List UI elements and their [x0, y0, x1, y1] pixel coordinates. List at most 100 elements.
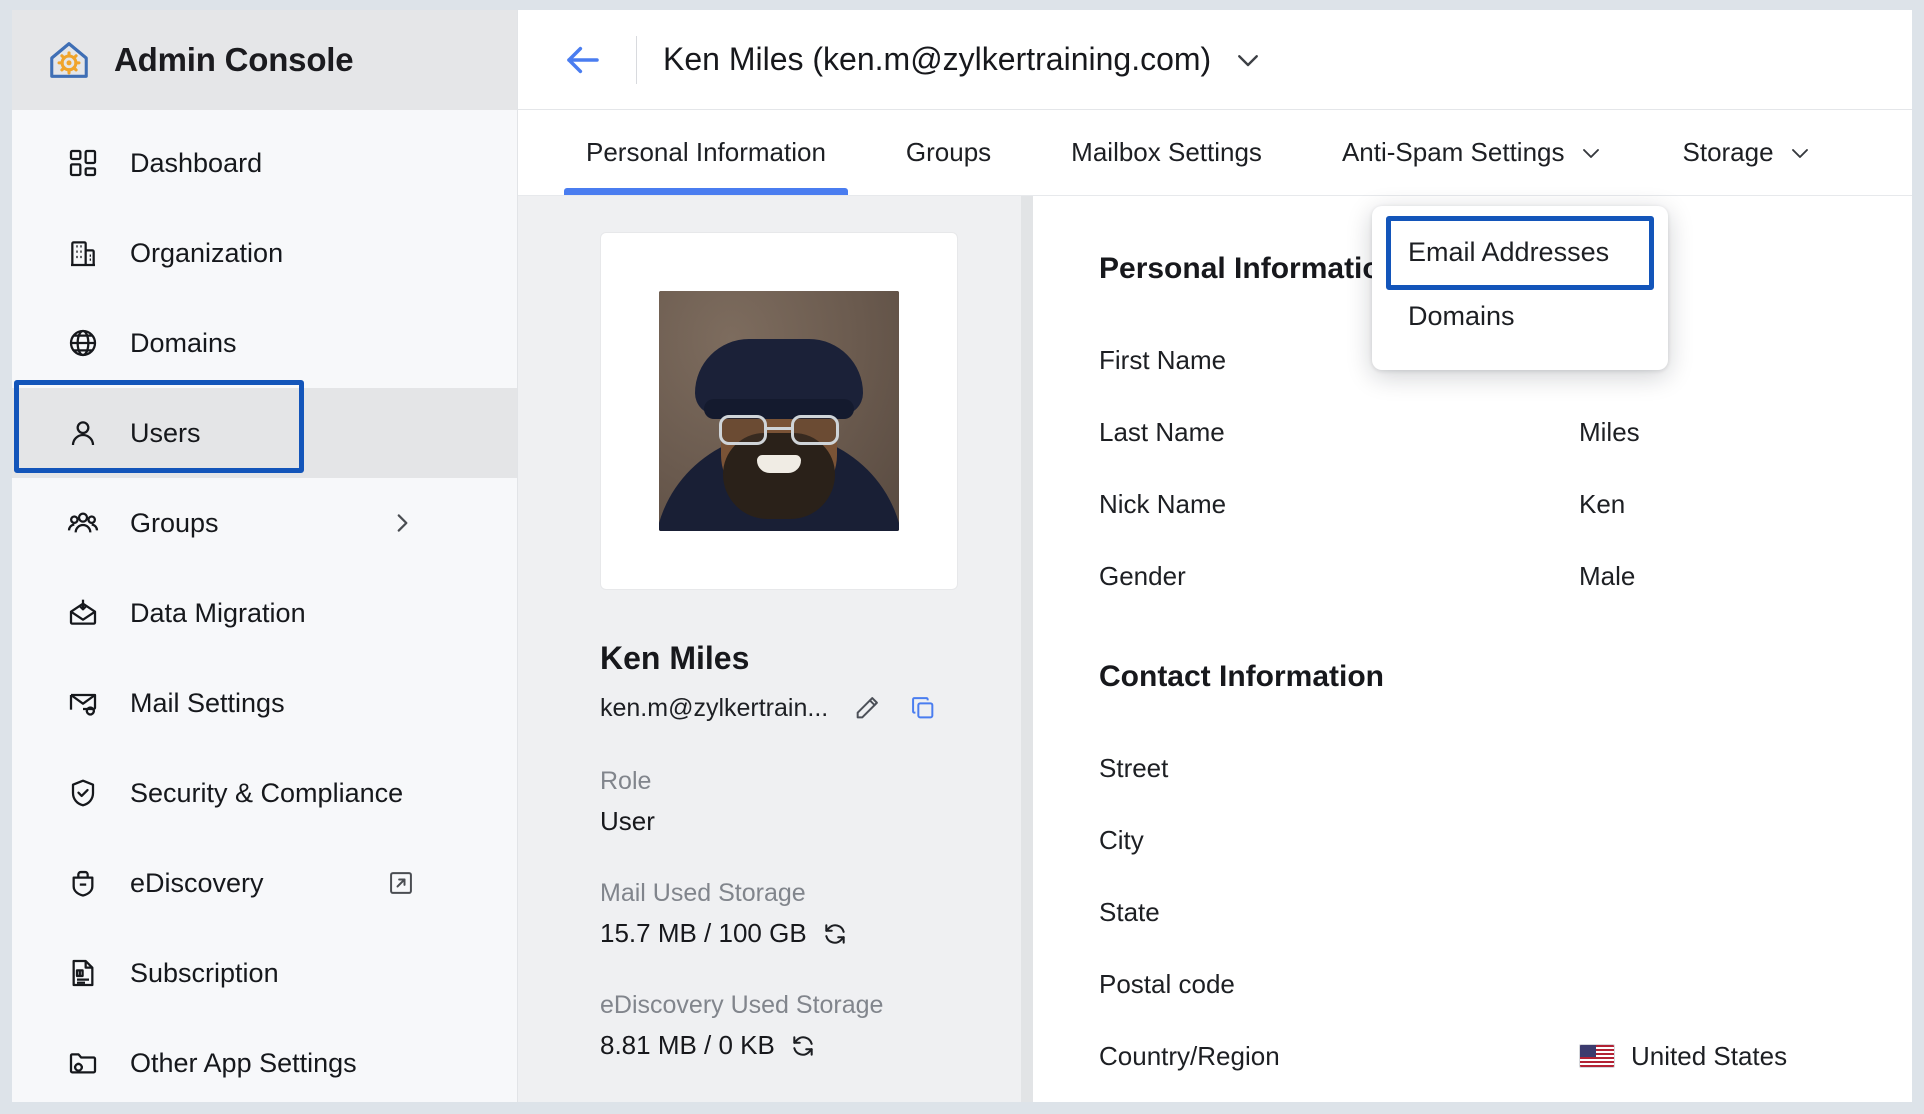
user-avatar-photo — [659, 291, 899, 531]
info-row-nick-name: Nick Name Ken — [1099, 468, 1842, 540]
profile-column: Ken Miles ken.m@zylkertrain... Role User… — [518, 196, 1033, 1102]
info-row-state: State — [1099, 876, 1842, 948]
sidebar-item-users[interactable]: Users — [12, 388, 517, 478]
tab-groups[interactable]: Groups — [884, 110, 1013, 195]
sidebar-item-label: Security & Compliance — [130, 777, 404, 808]
sidebar-item-label: Users — [130, 417, 201, 448]
folder-gear-icon — [64, 1044, 102, 1082]
sidebar-item-label: Other App Settings — [130, 1047, 357, 1078]
refresh-icon[interactable] — [821, 920, 849, 948]
avatar-card — [600, 232, 958, 590]
profile-field-ediscovery-used-storage: eDiscovery Used Storage 8.81 MB / 0 KB — [600, 991, 1021, 1061]
tab-label: Storage — [1682, 137, 1774, 167]
anti-spam-settings-dropdown: Email Addresses Domains — [1372, 206, 1668, 370]
sidebar-item-label: Organization — [130, 237, 284, 268]
info-row-gender: Gender Male — [1099, 540, 1842, 612]
sidebar-item-label: Mail Settings — [130, 687, 285, 718]
refresh-icon[interactable] — [789, 1032, 817, 1060]
envelope-gear-icon — [64, 684, 102, 722]
tab-personal-information[interactable]: Personal Information — [564, 110, 848, 195]
us-flag-icon — [1579, 1044, 1615, 1068]
tab-anti-spam-settings[interactable]: Anti-Spam Settings — [1320, 110, 1625, 195]
country-value-text: United States — [1631, 1040, 1788, 1071]
sidebar-item-label: Groups — [130, 507, 219, 538]
sidebar-item-security-compliance[interactable]: Security & Compliance — [12, 748, 517, 838]
profile-email-row: ken.m@zylkertrain... — [600, 691, 1021, 725]
tab-label: Personal Information — [586, 137, 826, 167]
invoice-dollar-icon — [64, 954, 102, 992]
sidebar-item-dashboard[interactable]: Dashboard — [12, 118, 517, 208]
sidebar-item-mail-settings[interactable]: Mail Settings — [12, 658, 517, 748]
info-key: State — [1099, 896, 1160, 927]
copy-icon[interactable] — [906, 691, 940, 725]
chevron-down-icon — [1788, 141, 1812, 165]
tab-storage[interactable]: Storage — [1661, 110, 1834, 195]
sidebar-item-data-migration[interactable]: Data Migration — [12, 568, 517, 658]
field-label: Mail Used Storage — [600, 879, 806, 907]
chevron-down-icon — [1579, 141, 1603, 165]
info-value: United States — [1579, 1041, 1787, 1072]
sidebar-nav: Dashboard Organization Domains Users Gro… — [12, 110, 517, 1102]
info-key: Last Name — [1099, 416, 1225, 447]
top-bar: Ken Miles (ken.m@zylkertraining.com) — [518, 10, 1912, 110]
profile-field-role: Role User — [600, 767, 1021, 837]
brand-header: Admin Console — [12, 10, 517, 110]
field-value: 15.7 MB / 100 GB — [600, 918, 1021, 949]
field-value-text: 8.81 MB / 0 KB — [600, 1030, 775, 1060]
envelope-download-icon — [64, 594, 102, 632]
chevron-right-icon[interactable] — [389, 510, 415, 536]
user-icon — [64, 414, 102, 452]
sidebar-item-label: Dashboard — [130, 147, 263, 178]
menu-item-domains[interactable]: Domains — [1372, 284, 1668, 348]
field-value: 8.81 MB / 0 KB — [600, 1030, 1021, 1061]
building-icon — [64, 234, 102, 272]
menu-item-email-addresses[interactable]: Email Addresses — [1372, 220, 1668, 284]
sidebar-item-ediscovery[interactable]: eDiscovery — [12, 838, 517, 928]
sidebar-item-label: eDiscovery — [130, 867, 264, 898]
field-value: User — [600, 806, 1021, 837]
field-value-text: 15.7 MB / 100 GB — [600, 918, 807, 948]
globe-icon — [64, 324, 102, 362]
tab-label: Anti-Spam Settings — [1341, 137, 1565, 167]
sidebar-item-label: Data Migration — [130, 597, 306, 628]
info-value: Miles — [1579, 416, 1640, 447]
sidebar-item-subscription[interactable]: Subscription — [12, 928, 517, 1018]
field-value-text: User — [600, 806, 655, 836]
profile-name: Ken Miles — [600, 640, 750, 676]
profile-email: ken.m@zylkertrain... — [600, 693, 829, 722]
dashboard-grid-icon — [64, 144, 102, 182]
home-gear-icon — [46, 37, 92, 83]
arrow-left-icon[interactable] — [556, 33, 610, 87]
sidebar-item-label: Domains — [130, 327, 237, 358]
sidebar-item-organization[interactable]: Organization — [12, 208, 517, 298]
info-row-city: City — [1099, 804, 1842, 876]
pencil-icon[interactable] — [850, 691, 884, 725]
info-value: Ken — [1579, 488, 1626, 519]
sidebar-item-domains[interactable]: Domains — [12, 298, 517, 388]
tab-bar: Personal Information Groups Mailbox Sett… — [518, 110, 1912, 196]
info-row-country-region: Country/Region United States — [1099, 1020, 1842, 1092]
briefcase-icon — [64, 864, 102, 902]
field-label: Role — [600, 767, 652, 795]
external-link-icon[interactable] — [387, 869, 415, 897]
info-key: Street — [1099, 752, 1169, 783]
sidebar-item-other-app-settings[interactable]: Other App Settings — [12, 1018, 517, 1102]
sidebar: Admin Console Dashboard Organization Dom… — [12, 10, 518, 1102]
app-window: Admin Console Dashboard Organization Dom… — [12, 10, 1912, 1102]
app-frame: Admin Console Dashboard Organization Dom… — [0, 0, 1924, 1114]
info-key: Nick Name — [1099, 488, 1227, 519]
shield-check-icon — [64, 774, 102, 812]
main-panel: Ken Miles (ken.m@zylkertraining.com) Per… — [518, 10, 1912, 1102]
info-key: Country/Region — [1099, 1040, 1280, 1071]
info-key: City — [1099, 824, 1144, 855]
info-key: Gender — [1099, 560, 1186, 591]
sidebar-item-groups[interactable]: Groups — [12, 478, 517, 568]
profile-field-mail-used-storage: Mail Used Storage 15.7 MB / 100 GB — [600, 879, 1021, 949]
menu-item-label: Domains — [1408, 300, 1515, 331]
brand-title: Admin Console — [114, 41, 354, 78]
page-title: Ken Miles (ken.m@zylkertraining.com) — [663, 41, 1212, 77]
tab-mailbox-settings[interactable]: Mailbox Settings — [1049, 110, 1284, 195]
chevron-down-icon[interactable] — [1233, 45, 1263, 75]
contact-information-title: Contact Information — [1099, 660, 1384, 693]
